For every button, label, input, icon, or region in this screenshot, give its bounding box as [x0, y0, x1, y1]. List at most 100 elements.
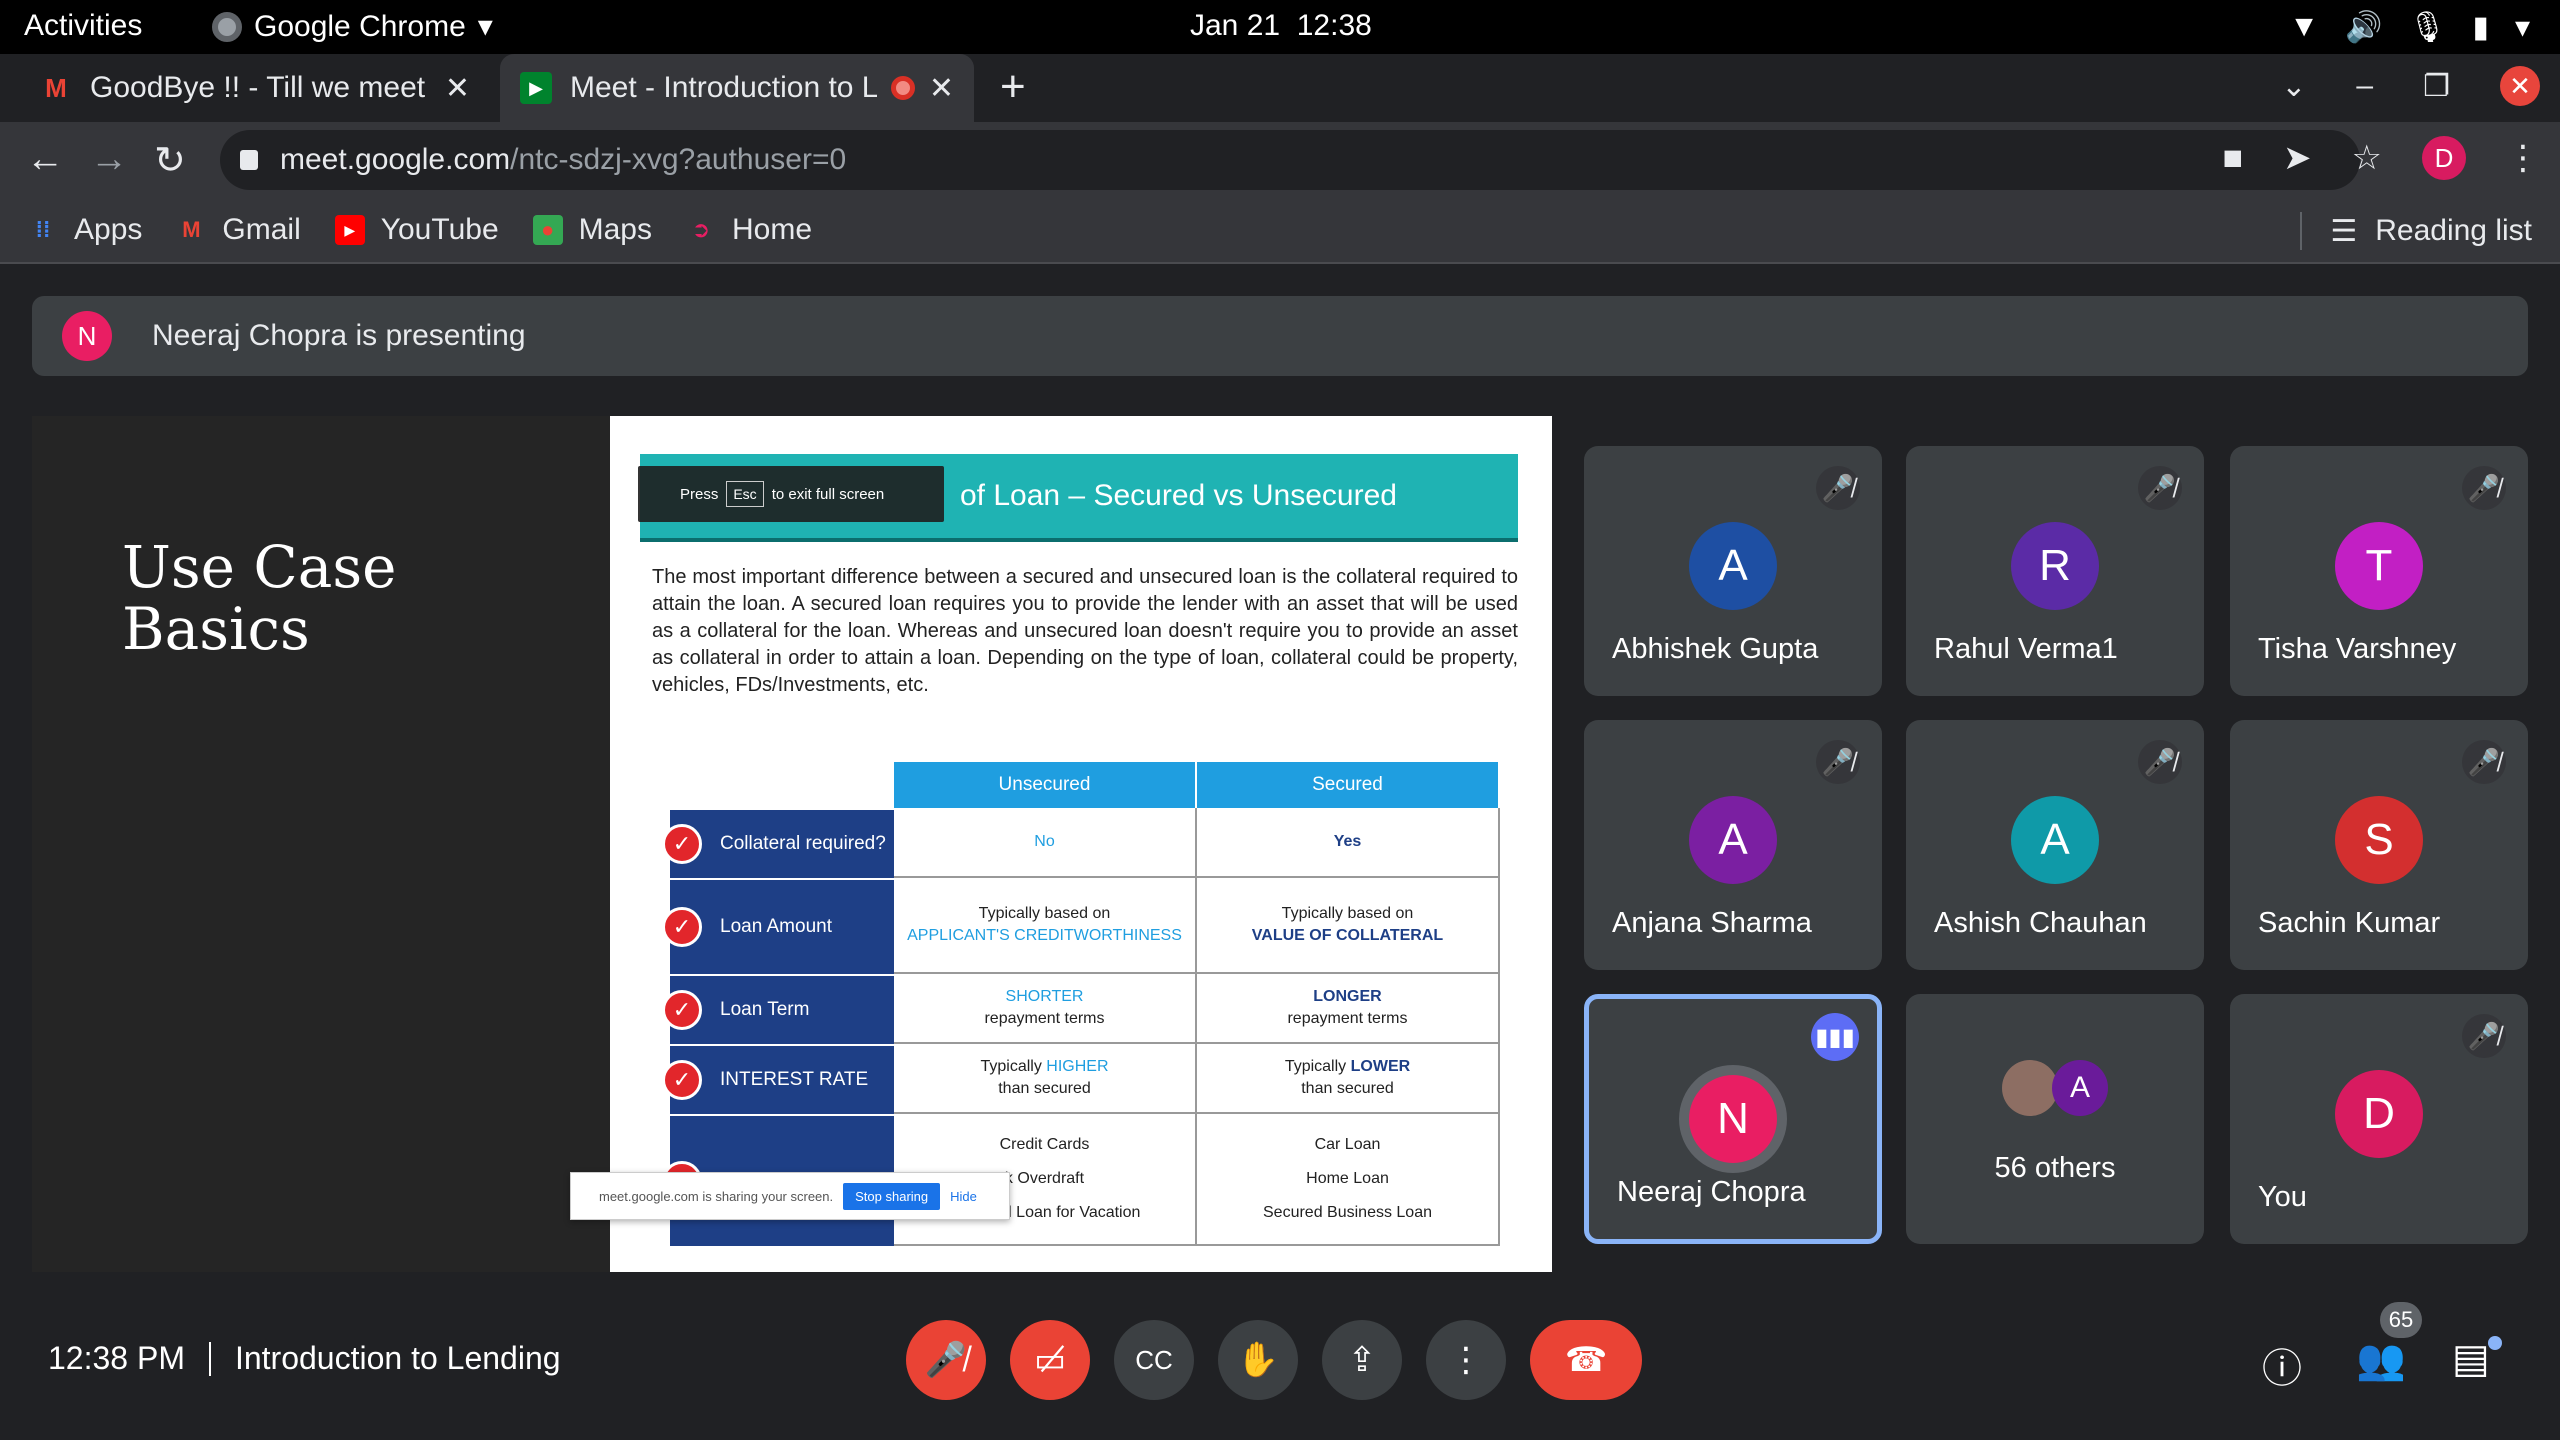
participant-tile-self[interactable]: 🎤̸ D You [2230, 994, 2528, 1244]
participant-avatar: N [1689, 1075, 1777, 1163]
participant-name: Ashish Chauhan [1934, 907, 2147, 939]
table-cell: SHORTER repayment terms [894, 974, 1197, 1044]
bookmark-youtube[interactable]: ▶ YouTube [334, 213, 499, 247]
cell-text: Yes [1333, 833, 1362, 850]
bookmark-gmail[interactable]: M Gmail [176, 213, 301, 247]
more-options-button[interactable]: ⋮ [1426, 1320, 1506, 1400]
camera-toggle-button[interactable]: ▭̸ [1010, 1320, 1090, 1400]
presentation-stage[interactable]: Use Case Basics of Loan – Secured vs Uns… [32, 416, 1552, 1272]
address-bar[interactable]: meet.google.com/ntc-sdzj-xvg?authuser=0 [220, 130, 2360, 190]
home-icon: ➲ [691, 217, 711, 242]
mic-off-icon: 🎤̸ [2138, 466, 2182, 510]
navigation-bar: ← → ↻ meet.google.com/ntc-sdzj-xvg?authu… [0, 122, 2560, 198]
chat-button[interactable]: ▤ [2452, 1336, 2490, 1382]
gmail-icon: M [182, 217, 201, 242]
table-cell: Typically based on APPLICANT'S CREDITWOR… [894, 878, 1197, 974]
hand-icon: ✋ [1236, 1341, 1280, 1379]
participant-tile-others[interactable]: A 56 others [1906, 994, 2204, 1244]
meeting-time: 12:38 PM [48, 1340, 185, 1376]
speaking-indicator-icon: ▮▮▮ [1811, 1013, 1859, 1061]
bookmarks-bar: ⁞⁞ Apps M Gmail ▶ YouTube ● Maps ➲ Home … [0, 198, 2560, 264]
mic-off-icon: 🎤̸ [2462, 740, 2506, 784]
restore-button[interactable]: ❐ [2423, 69, 2450, 104]
system-tray[interactable]: ▼ 🔊 🎙 ▮ ▾ [2289, 10, 2530, 45]
tab-meet[interactable]: ▶ Meet - Introduction to Lending ✕ [500, 54, 974, 122]
participant-tile[interactable]: 🎤̸ A Abhishek Gupta [1584, 446, 1882, 696]
activities-button[interactable]: Activities [24, 9, 142, 43]
participant-tile[interactable]: 🎤̸ S Sachin Kumar [2230, 720, 2528, 970]
tab-search-icon[interactable]: ⌄ [2281, 69, 2306, 104]
participant-tile[interactable]: 🎤̸ A Ashish Chauhan [1906, 720, 2204, 970]
share-bar-text: meet.google.com is sharing your screen. [599, 1188, 834, 1204]
participant-tile[interactable]: 🎤̸ A Anjana Sharma [1584, 720, 1882, 970]
participant-tile[interactable]: 🎤̸ R Rahul Verma1 [1906, 446, 2204, 696]
participant-avatar: A [1689, 522, 1777, 610]
participant-avatar: A [2011, 796, 2099, 884]
chevron-down-icon: ▾ [477, 10, 493, 43]
chrome-icon [212, 11, 242, 42]
bookmark-maps[interactable]: ● Maps [532, 213, 652, 247]
star-icon[interactable]: ☆ [2352, 138, 2382, 178]
bookmark-label: Home [731, 213, 813, 246]
close-window-button[interactable]: ✕ [2500, 66, 2540, 106]
table-cell: Typically based on VALUE OF COLLATERAL [1197, 878, 1500, 974]
date-label: Jan 21 [1190, 9, 1281, 42]
check-icon: ✓ [662, 990, 702, 1030]
mic-off-icon: 🎤̸ [2138, 740, 2182, 784]
column-header-secured: Secured [1197, 762, 1500, 808]
cell-text: No [1034, 833, 1055, 850]
raise-hand-button[interactable]: ✋ [1218, 1320, 1298, 1400]
bookmark-home[interactable]: ➲ Home [686, 213, 812, 247]
participant-avatar: D [2335, 1070, 2423, 1158]
divider [2300, 212, 2303, 250]
minimize-button[interactable]: – [2356, 69, 2373, 103]
camera-icon[interactable]: ■ [2222, 139, 2243, 178]
system-top-bar: Activities Google Chrome ▾ Jan 21 12:38 … [0, 0, 2560, 54]
esc-key: Esc [726, 481, 764, 507]
mic-off-icon: 🎤̸ [2462, 1014, 2506, 1058]
battery-icon: ▮ [2472, 11, 2489, 44]
people-icon: 👥 [2356, 1338, 2406, 1382]
new-tab-button[interactable]: + [1000, 62, 1026, 112]
reading-list-button[interactable]: ☰ Reading list [2300, 212, 2532, 250]
meeting-details-button[interactable]: ⓘ [2262, 1336, 2302, 1394]
present-now-button[interactable]: ⇪ [1322, 1320, 1402, 1400]
leave-call-button[interactable]: ☎ [1530, 1320, 1642, 1400]
participant-tile[interactable]: 🎤̸ T Tisha Varshney [2230, 446, 2528, 696]
stop-sharing-button[interactable]: Stop sharing [843, 1182, 941, 1210]
gmail-icon: M [45, 72, 67, 103]
row-label-text: Loan Amount [720, 916, 832, 937]
captions-icon: CC [1135, 1344, 1173, 1375]
reading-list-icon: ☰ [2330, 214, 2358, 248]
app-menu[interactable]: Google Chrome ▾ [212, 9, 493, 44]
row-label-text: INTEREST RATE [720, 1069, 869, 1090]
send-icon[interactable]: ➤ [2283, 138, 2312, 178]
maps-icon: ● [532, 215, 563, 245]
close-tab-icon[interactable]: ✕ [929, 71, 954, 106]
back-button[interactable]: ← [26, 138, 64, 181]
captions-button[interactable]: CC [1114, 1320, 1194, 1400]
app-name: Google Chrome [254, 9, 466, 43]
meeting-control-bar: 12:38 PM Introduction to Lending 🎤̸ ▭̸ C… [0, 1300, 2560, 1440]
cell-text: Secured Business Loan [1263, 1204, 1432, 1221]
participant-tile-speaking[interactable]: ▮▮▮ N Neeraj Chopra [1584, 994, 1882, 1244]
reload-button[interactable]: ↻ [154, 138, 186, 183]
bookmark-label: Gmail [222, 213, 301, 246]
hide-share-bar-link[interactable]: Hide [950, 1189, 977, 1204]
people-button[interactable]: 👥 [2356, 1336, 2406, 1383]
info-icon: ⓘ [2262, 1347, 2302, 1391]
forward-button[interactable]: → [90, 138, 128, 181]
system-clock[interactable]: Jan 21 12:38 [1190, 9, 1372, 43]
cell-highlight: APPLICANT'S CREDITWORTHINESS [907, 927, 1182, 944]
bookmark-apps[interactable]: ⁞⁞ Apps [28, 213, 143, 247]
cell-text: Credit Cards [999, 1136, 1090, 1153]
participant-name: Sachin Kumar [2258, 907, 2441, 939]
window-controls: ⌄ – ❐ ✕ [2281, 66, 2540, 106]
meeting-title[interactable]: Introduction to Lending [235, 1340, 561, 1377]
mic-toggle-button[interactable]: 🎤̸ [906, 1320, 986, 1400]
lock-icon[interactable] [240, 150, 258, 170]
close-tab-icon[interactable]: ✕ [445, 71, 470, 106]
profile-avatar[interactable]: D [2422, 136, 2466, 180]
tab-gmail[interactable]: M GoodBye !! - Till we meet again ✕ [20, 54, 490, 122]
menu-kebab-icon[interactable]: ⋮ [2506, 138, 2540, 178]
